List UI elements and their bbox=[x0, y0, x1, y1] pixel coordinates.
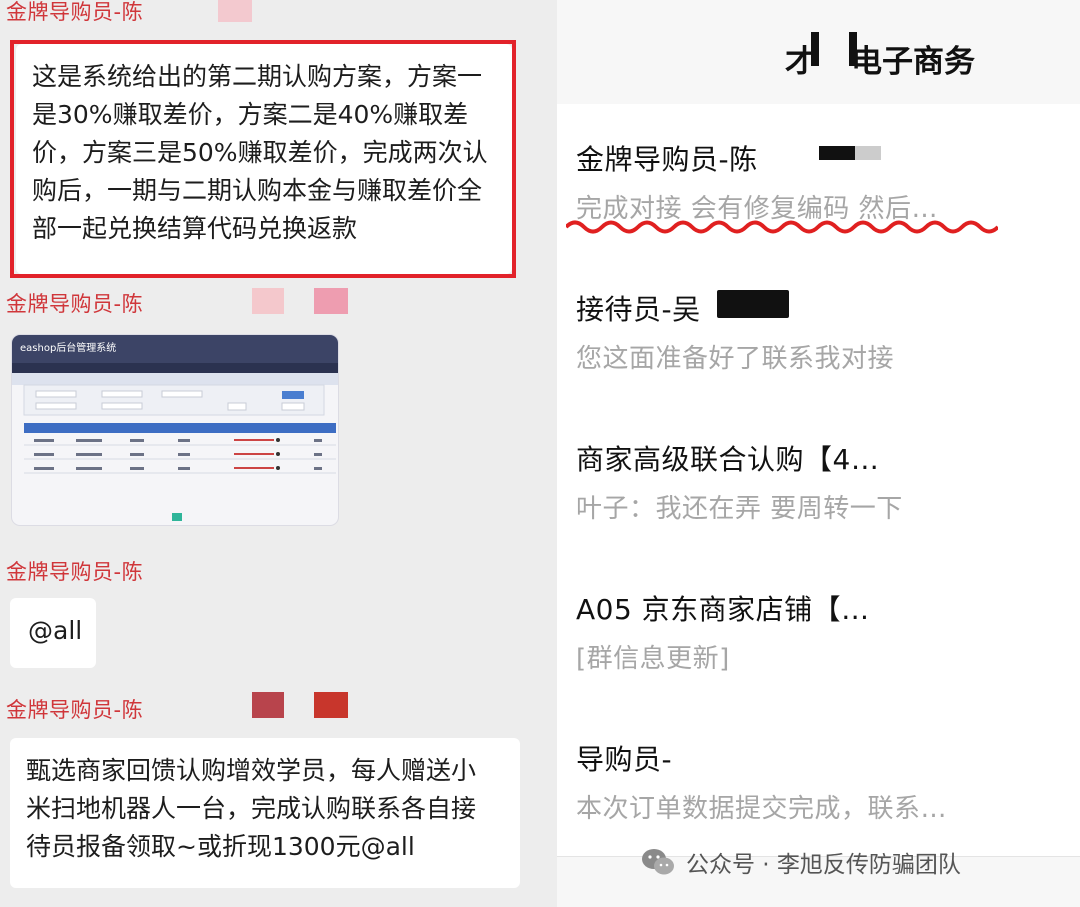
redaction-block bbox=[218, 0, 252, 22]
redaction-block bbox=[855, 146, 881, 160]
chat-list-item[interactable]: A05 京东商家店铺【… [群信息更新] bbox=[557, 554, 1080, 705]
chat-preview: 叶子：我还在弄 要周转一下 bbox=[576, 494, 903, 524]
chat-preview: 您这面准备好了联系我对接 bbox=[576, 344, 895, 374]
screenshot-table bbox=[23, 384, 336, 521]
chat-transcript: 金牌导购员-陈 这是系统给出的第二期认购方案，方案一 是30%赚取差价，方案二是… bbox=[0, 0, 557, 907]
message-text: @all bbox=[28, 616, 83, 645]
chat-list-item[interactable]: 导购员- 本次订单数据提交完成，联系… bbox=[557, 704, 1080, 857]
redaction-block bbox=[314, 288, 348, 314]
wavy-underline bbox=[566, 220, 998, 234]
chat-list-item[interactable]: 商家高级联合认购【4… 叶子：我还在弄 要周转一下 bbox=[557, 404, 1080, 555]
account-watermark: 公众号 · 李旭反传防骗团队 bbox=[640, 842, 961, 882]
redaction-block bbox=[717, 290, 789, 318]
chat-preview: 本次订单数据提交完成，联系… bbox=[576, 794, 948, 824]
wechat-icon bbox=[642, 849, 674, 875]
chat-preview: [群信息更新] bbox=[576, 644, 730, 674]
message-sender: 金牌导购员-陈 bbox=[6, 698, 144, 722]
redaction-block bbox=[252, 288, 284, 314]
watermark-text: 公众号 · 李旭反传防骗团队 bbox=[686, 852, 961, 878]
chat-name: 接待员-吴 bbox=[576, 293, 701, 326]
chat-list-header: 才 电子商务 bbox=[557, 0, 1080, 104]
screenshot-nav bbox=[12, 363, 338, 373]
message-bubble[interactable]: @all bbox=[10, 598, 96, 668]
chat-name: 导购员- bbox=[576, 743, 673, 776]
redaction-block bbox=[811, 32, 819, 66]
chat-name: 金牌导购员-陈 bbox=[576, 143, 758, 176]
redaction-block bbox=[819, 146, 855, 160]
chat-list-item[interactable]: 接待员-吴 您这面准备好了联系我对接 bbox=[557, 254, 1080, 405]
highlight-frame bbox=[10, 40, 516, 278]
screenshot-header: eashop后台管理系统 bbox=[12, 335, 338, 365]
message-text: 甄选商家回馈认购增效学员，每人赠送小 米扫地机器人一台，完成认购联系各自接 待员… bbox=[26, 756, 477, 861]
admin-system-screenshot[interactable]: eashop后台管理系统 bbox=[12, 335, 338, 525]
redaction-block bbox=[314, 692, 348, 718]
page-title: 电子商务 bbox=[851, 44, 975, 80]
message-bubble[interactable]: 甄选商家回馈认购增效学员，每人赠送小 米扫地机器人一台，完成认购联系各自接 待员… bbox=[10, 738, 520, 888]
message-sender: 金牌导购员-陈 bbox=[6, 0, 144, 24]
message-sender: 金牌导购员-陈 bbox=[6, 292, 144, 316]
chat-name: 商家高级联合认购【4… bbox=[576, 443, 880, 476]
chat-name: A05 京东商家店铺【… bbox=[576, 593, 870, 626]
chat-list-panel: 才 电子商务 金牌导购员-陈 完成对接 会有修复编码 然后… 接待员-吴 您这面… bbox=[557, 0, 1080, 907]
redaction-block bbox=[252, 692, 284, 718]
message-sender: 金牌导购员-陈 bbox=[6, 560, 144, 584]
